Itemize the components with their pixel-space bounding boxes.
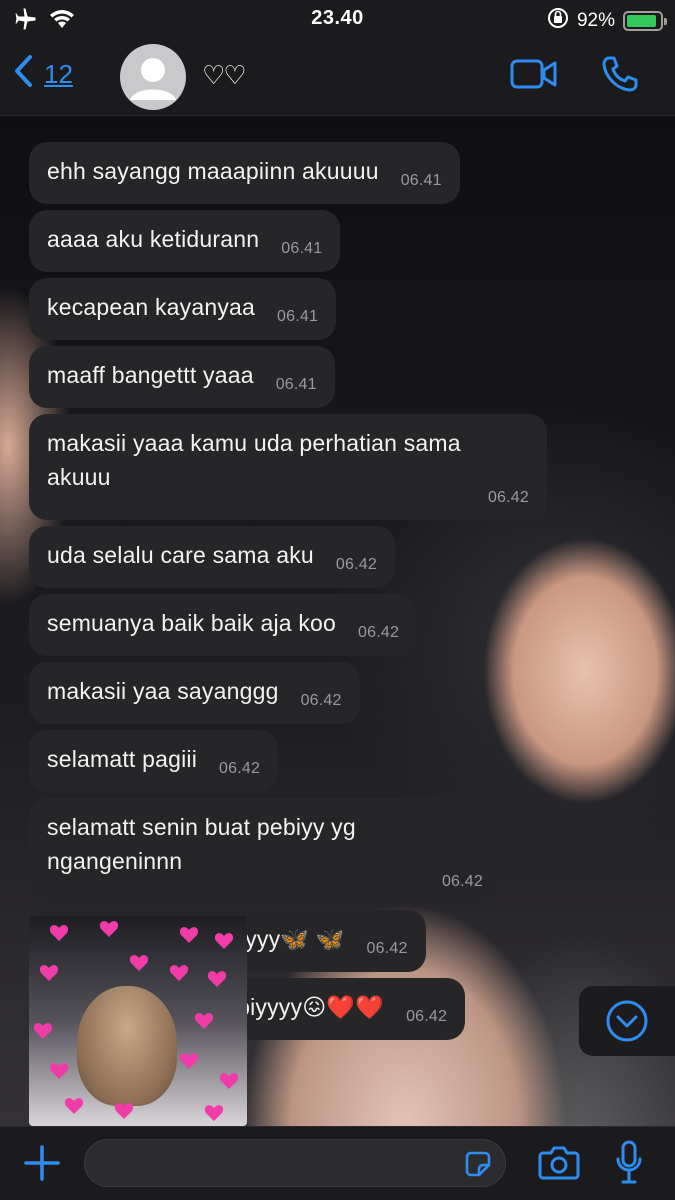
message-time: 06.41 bbox=[400, 172, 442, 189]
message-text: semuanya baik baik aja koo bbox=[47, 610, 337, 636]
message-bubble[interactable]: maaff bangettt yaaa 06.41 bbox=[29, 346, 335, 408]
message-time: 06.42 bbox=[300, 692, 342, 709]
message-time: 06.41 bbox=[277, 308, 319, 325]
camera-button[interactable] bbox=[538, 1143, 580, 1186]
message-text: aaaa aku ketidurann bbox=[47, 226, 260, 252]
message-text: makasii yaa sayanggg bbox=[47, 678, 279, 704]
avatar[interactable] bbox=[120, 44, 186, 110]
battery-cap bbox=[664, 18, 667, 25]
scroll-to-bottom-button[interactable] bbox=[579, 986, 675, 1056]
message-time: 06.42 bbox=[406, 1008, 448, 1025]
orientation-lock-icon bbox=[547, 7, 569, 35]
message-time: 06.42 bbox=[358, 624, 400, 641]
message-time: 06.42 bbox=[441, 873, 483, 890]
message-bubble[interactable]: selamatt senin buat pebiyy yg ngangeninn… bbox=[29, 798, 501, 904]
message-text: selamatt pagiii bbox=[47, 746, 198, 772]
message-time: 06.41 bbox=[281, 240, 323, 257]
message-bubble[interactable]: ehh sayangg maaapiinn akuuuu 06.41 bbox=[29, 142, 460, 204]
sticker-button[interactable] bbox=[463, 1149, 493, 1184]
sticker-icon bbox=[465, 1151, 491, 1177]
avatar-placeholder-icon bbox=[130, 58, 176, 100]
input-bar bbox=[0, 1126, 675, 1200]
back-button[interactable]: 12 bbox=[12, 54, 73, 95]
sticker-message[interactable] bbox=[29, 916, 247, 1126]
message-bubble[interactable]: aaaa aku ketidurann 06.41 bbox=[29, 210, 341, 272]
message-bubble[interactable]: semuanya baik baik aja koo 06.42 bbox=[29, 594, 418, 656]
unread-count: 12 bbox=[44, 59, 73, 89]
status-bar: 23.40 92% bbox=[0, 0, 675, 40]
chat-header: 12 ♡♡ bbox=[0, 40, 675, 116]
message-text: kecapean kayanyaa bbox=[47, 294, 255, 320]
message-text: uda selalu care sama aku bbox=[47, 542, 314, 568]
message-time: 06.42 bbox=[335, 556, 377, 573]
phone-icon bbox=[602, 56, 638, 92]
hearts-decoration-icon bbox=[33, 921, 239, 1121]
chat-area[interactable]: ehh sayangg maaapiinn akuuuu 06.41 aaaa a… bbox=[0, 116, 675, 1126]
message-text: maaff bangettt yaaa bbox=[47, 362, 254, 388]
microphone-icon bbox=[616, 1140, 642, 1184]
battery-percent: 92% bbox=[576, 10, 615, 31]
message-bubble[interactable]: selamatt pagiii 06.42 bbox=[29, 730, 279, 792]
chevron-left-icon bbox=[12, 54, 34, 95]
contact-name[interactable]: ♡♡ bbox=[202, 60, 247, 91]
message-input[interactable] bbox=[85, 1140, 445, 1186]
message-time: 06.42 bbox=[366, 940, 408, 957]
message-list: ehh sayangg maaapiinn akuuuu 06.41 aaaa a… bbox=[29, 142, 589, 1046]
camera-icon bbox=[538, 1146, 580, 1180]
chevron-down-circle-icon bbox=[606, 1000, 648, 1042]
message-bubble[interactable]: kecapean kayanyaa 06.41 bbox=[29, 278, 337, 340]
video-call-button[interactable] bbox=[510, 58, 558, 95]
message-bubble[interactable]: makasii yaaa kamu uda perhatian sama aku… bbox=[29, 414, 547, 520]
video-call-icon bbox=[510, 59, 557, 89]
battery-fill bbox=[627, 15, 657, 27]
battery-charging-icon bbox=[623, 11, 667, 31]
status-right: 92% bbox=[547, 7, 667, 35]
voice-call-button[interactable] bbox=[600, 54, 640, 99]
message-time: 06.42 bbox=[487, 489, 529, 506]
message-time: 06.41 bbox=[275, 376, 317, 393]
plus-icon bbox=[24, 1145, 60, 1181]
voice-message-button[interactable] bbox=[614, 1139, 644, 1192]
message-bubble[interactable]: makasii yaa sayanggg 06.42 bbox=[29, 662, 360, 724]
attach-button[interactable] bbox=[22, 1143, 62, 1188]
message-text: ehh sayangg maaapiinn akuuuu bbox=[47, 158, 379, 184]
message-input-container[interactable] bbox=[84, 1139, 506, 1187]
message-time: 06.42 bbox=[219, 760, 261, 777]
message-text: makasii yaaa kamu uda perhatian sama aku… bbox=[47, 430, 461, 490]
message-bubble[interactable]: uda selalu care sama aku 06.42 bbox=[29, 526, 395, 588]
message-text: selamatt senin buat pebiyy yg ngangeninn… bbox=[47, 814, 356, 874]
